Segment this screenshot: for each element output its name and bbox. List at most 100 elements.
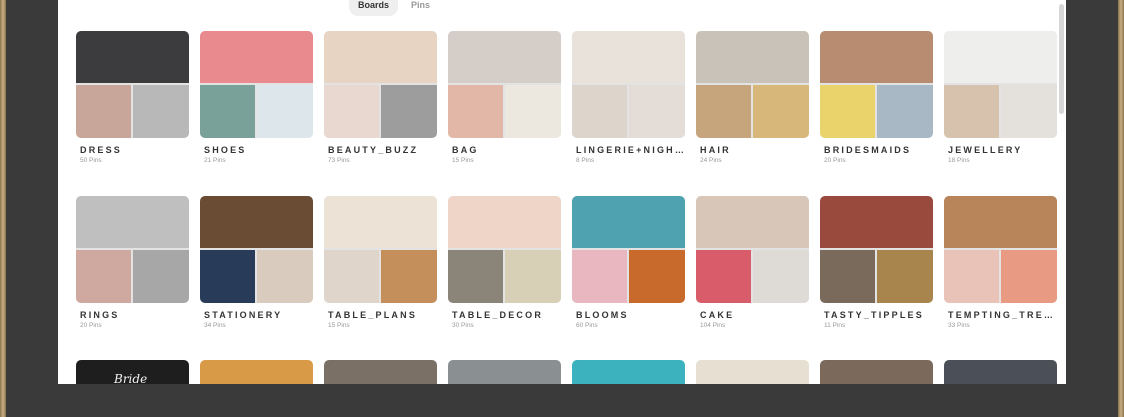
board-cover-thumb-image bbox=[324, 250, 379, 303]
board-title[interactable]: BRIDESMAIDS bbox=[824, 145, 933, 155]
board-pin-count: 21 Pins bbox=[204, 157, 226, 164]
tab-pins[interactable]: Pins bbox=[402, 0, 439, 16]
board-pin-count: 24 Pins bbox=[700, 157, 722, 164]
board-card[interactable]: TASTY_TIPPLES 11 Pins bbox=[820, 196, 933, 329]
board-title[interactable]: BAG bbox=[452, 145, 561, 155]
board-card[interactable]: JEWELLERY 18 Pins bbox=[944, 31, 1057, 164]
board-card[interactable]: BRIDESMAIDS 20 Pins bbox=[820, 31, 933, 164]
board-title[interactable]: CAKE bbox=[700, 310, 809, 320]
bride-text: Bride bbox=[114, 372, 148, 384]
board-title[interactable]: JEWELLERY bbox=[948, 145, 1057, 155]
board-cover[interactable] bbox=[696, 196, 809, 303]
board-pin-count: 30 Pins bbox=[452, 322, 474, 329]
board-cover-partial[interactable] bbox=[944, 360, 1057, 384]
board-cover-partial[interactable] bbox=[200, 360, 313, 384]
board-cover[interactable] bbox=[324, 31, 437, 138]
board-cover-thumb-image bbox=[629, 85, 685, 138]
board-pin-count: 73 Pins bbox=[328, 157, 350, 164]
board-cover-thumb-image bbox=[381, 250, 437, 303]
profile-boards-page: Boards Pins DRESS 50 Pins SHOES 21 Pins BEAU… bbox=[58, 0, 1066, 384]
board-cover[interactable] bbox=[572, 31, 685, 138]
board-cover-main-image bbox=[944, 196, 1057, 248]
board-card[interactable]: TEMPTING_TRE… 33 Pins bbox=[944, 196, 1057, 329]
board-card[interactable]: BAG 15 Pins bbox=[448, 31, 561, 164]
board-cover-partial[interactable]: Bride bbox=[76, 360, 189, 384]
board-cover-thumb-image bbox=[1001, 250, 1057, 303]
board-cover[interactable] bbox=[76, 196, 189, 303]
board-pin-count: 60 Pins bbox=[576, 322, 598, 329]
board-title[interactable]: SHOES bbox=[204, 145, 313, 155]
board-card[interactable]: BLOOMS 60 Pins bbox=[572, 196, 685, 329]
board-cover-partial[interactable] bbox=[696, 360, 809, 384]
board-cover-thumb-image bbox=[133, 250, 189, 303]
board-cover[interactable] bbox=[448, 31, 561, 138]
board-title[interactable]: TABLE_DECOR bbox=[452, 310, 561, 320]
board-title[interactable]: STATIONERY bbox=[204, 310, 313, 320]
board-title[interactable]: LINGERIE+NIGH… bbox=[576, 145, 685, 155]
board-card[interactable]: SHOES 21 Pins bbox=[200, 31, 313, 164]
board-cover-thumb-image bbox=[696, 250, 751, 303]
board-title[interactable]: DRESS bbox=[80, 145, 189, 155]
board-cover[interactable] bbox=[200, 31, 313, 138]
board-cover-thumb-image bbox=[200, 85, 255, 138]
board-cover-thumb-image bbox=[505, 85, 561, 138]
board-pin-count: 20 Pins bbox=[824, 157, 846, 164]
board-cover[interactable] bbox=[696, 31, 809, 138]
board-title[interactable]: BLOOMS bbox=[576, 310, 685, 320]
board-cover-thumb-image bbox=[696, 85, 751, 138]
board-cover-partial[interactable] bbox=[324, 360, 437, 384]
board-pin-count: 20 Pins bbox=[80, 322, 102, 329]
board-card[interactable]: CAKE 104 Pins bbox=[696, 196, 809, 329]
board-cover[interactable] bbox=[76, 31, 189, 138]
board-cover[interactable] bbox=[324, 196, 437, 303]
board-cover-thumb-image bbox=[877, 250, 933, 303]
board-cover-partial[interactable] bbox=[820, 360, 933, 384]
board-card[interactable]: TABLE_PLANS 15 Pins bbox=[324, 196, 437, 329]
board-cover-thumb-image bbox=[324, 85, 379, 138]
board-cover-thumb-image bbox=[448, 250, 503, 303]
board-card[interactable]: RINGS 20 Pins bbox=[76, 196, 189, 329]
board-card[interactable]: BEAUTY_BUZZ 73 Pins bbox=[324, 31, 437, 164]
tab-boards[interactable]: Boards bbox=[349, 0, 399, 16]
board-cover-thumb-image bbox=[753, 85, 809, 138]
board-cover-thumb-image bbox=[257, 250, 313, 303]
board-cover-thumb-image bbox=[133, 85, 189, 138]
board-cover[interactable] bbox=[944, 196, 1057, 303]
board-title[interactable]: TEMPTING_TRE… bbox=[948, 310, 1057, 320]
board-pin-count: 8 Pins bbox=[576, 157, 595, 164]
board-card[interactable]: HAIR 24 Pins bbox=[696, 31, 809, 164]
scrollbar[interactable] bbox=[1059, 4, 1064, 114]
board-card[interactable]: LINGERIE+NIGH… 8 Pins bbox=[572, 31, 685, 164]
board-cover[interactable] bbox=[572, 196, 685, 303]
board-title[interactable]: TABLE_PLANS bbox=[328, 310, 437, 320]
board-cover-thumb-image bbox=[944, 250, 999, 303]
board-title[interactable]: RINGS bbox=[80, 310, 189, 320]
board-cover[interactable] bbox=[944, 31, 1057, 138]
board-cover[interactable] bbox=[448, 196, 561, 303]
board-cover-main-image bbox=[696, 196, 809, 248]
board-card[interactable]: DRESS 50 Pins bbox=[76, 31, 189, 164]
board-title[interactable]: HAIR bbox=[700, 145, 809, 155]
board-title[interactable]: TASTY_TIPPLES bbox=[824, 310, 933, 320]
board-cover[interactable] bbox=[820, 196, 933, 303]
board-cover-thumb-image bbox=[877, 85, 933, 138]
profile-tabs: Boards Pins bbox=[349, 0, 439, 16]
board-cover-thumb-image bbox=[257, 85, 313, 138]
board-cover[interactable] bbox=[820, 31, 933, 138]
board-cover-main-image bbox=[200, 31, 313, 83]
board-cover[interactable] bbox=[200, 196, 313, 303]
board-title[interactable]: BEAUTY_BUZZ bbox=[328, 145, 437, 155]
board-pin-count: 11 Pins bbox=[824, 322, 846, 329]
board-cover-main-image bbox=[76, 31, 189, 83]
board-cover-thumb-image bbox=[76, 250, 131, 303]
board-cover-thumb-image bbox=[1001, 85, 1057, 138]
board-pin-count: 104 Pins bbox=[700, 322, 726, 329]
board-cover-main-image bbox=[572, 196, 685, 248]
board-card[interactable]: STATIONERY 34 Pins bbox=[200, 196, 313, 329]
board-cover-main-image bbox=[448, 196, 561, 248]
board-cover-thumb-image bbox=[381, 85, 437, 138]
board-cover-main-image bbox=[820, 196, 933, 248]
board-cover-partial[interactable] bbox=[448, 360, 561, 384]
board-card[interactable]: TABLE_DECOR 30 Pins bbox=[448, 196, 561, 329]
board-cover-partial[interactable] bbox=[572, 360, 685, 384]
